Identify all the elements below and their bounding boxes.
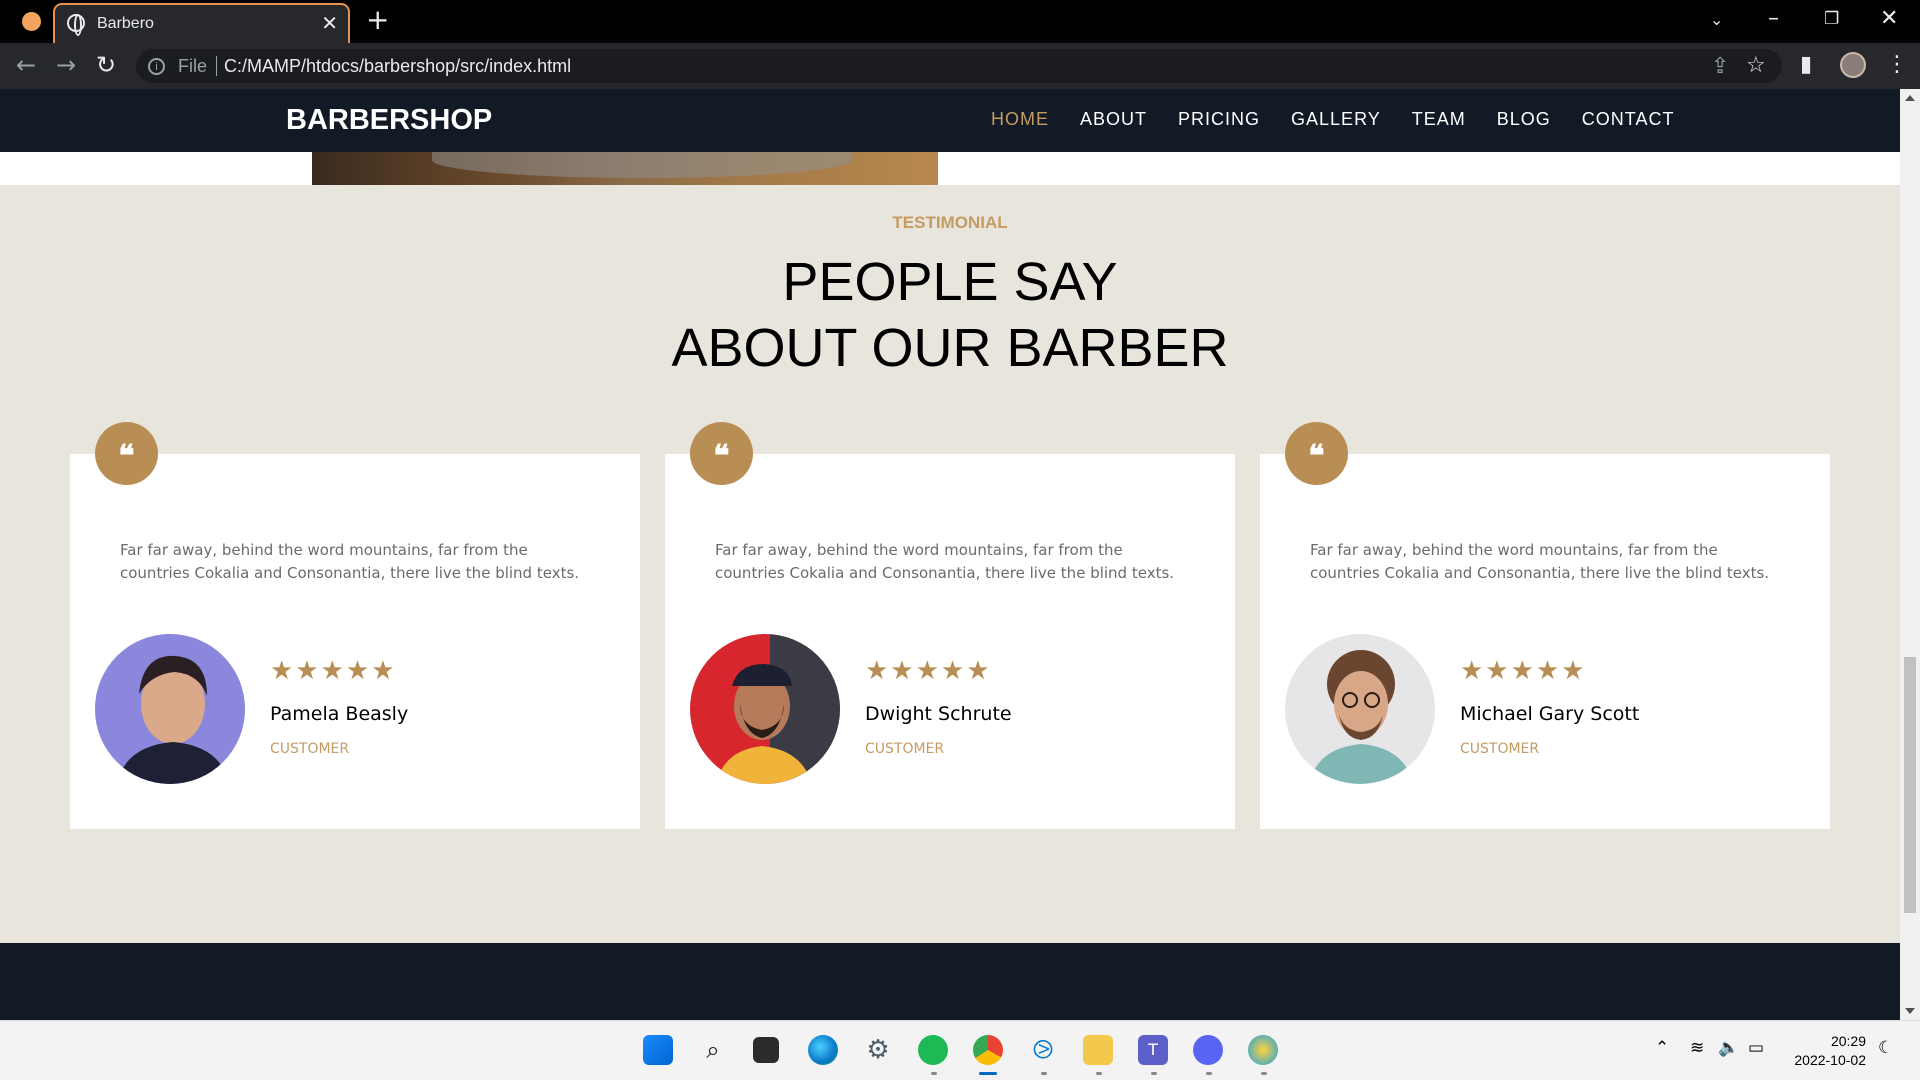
nav-team[interactable]: TEAM [1412, 109, 1466, 130]
address-bar: ← → ↻ i File C:/MAMP/htdocs/barbershop/s… [0, 43, 1920, 89]
customer-role: CUSTOMER [270, 741, 350, 757]
tab-title: Barbero [97, 15, 154, 32]
testimonial-text: Far far away, behind the word mountains,… [715, 541, 1175, 582]
customer-photo [95, 634, 245, 784]
nav-gallery[interactable]: GALLERY [1291, 109, 1381, 130]
site-menu: HOME ABOUT PRICING GALLERY TEAM BLOG CON… [991, 109, 1705, 130]
nav-pricing[interactable]: PRICING [1178, 109, 1260, 130]
chrome-icon[interactable] [973, 1035, 1003, 1065]
customer-photo [690, 634, 840, 784]
close-window-icon[interactable]: ✕ [1880, 6, 1898, 31]
battery-icon[interactable]: ▭ [1748, 1038, 1764, 1058]
page-scrollbar[interactable] [1900, 89, 1920, 1020]
task-view-icon[interactable] [753, 1037, 779, 1063]
app-running-indicator [1206, 1072, 1212, 1075]
tab-close-icon[interactable]: ✕ [321, 11, 338, 35]
scroll-up-arrow[interactable] [1905, 95, 1915, 101]
paint-icon[interactable] [1248, 1035, 1278, 1065]
app-running-indicator [931, 1072, 937, 1075]
restore-icon[interactable]: ❐ [1824, 9, 1839, 29]
site-logo[interactable]: BARBERSHOP [286, 104, 492, 137]
customer-role: CUSTOMER [1460, 741, 1540, 757]
omnibox-divider [216, 56, 217, 76]
nav-blog[interactable]: BLOG [1497, 109, 1551, 130]
app-active-indicator [979, 1072, 997, 1075]
rating-stars: ★★★★★ [1460, 656, 1587, 686]
testimonial-card: ❝ Far far away, behind the word mountain… [665, 422, 1235, 829]
tab-search-icon[interactable]: ⌄ [1710, 10, 1723, 29]
bookmark-star-icon[interactable]: ☆ [1746, 53, 1766, 78]
side-panel-icon[interactable]: ▮ [1800, 52, 1812, 77]
browser-tab-bar: Barbero ✕ + ⌄ – ❐ ✕ [0, 0, 1920, 43]
site-info-icon[interactable]: i [148, 58, 165, 75]
customer-name: Dwight Schrute [865, 703, 1012, 725]
clock-date: 2022-10-02 [1794, 1052, 1866, 1068]
app-running-indicator [1151, 1072, 1157, 1075]
wifi-icon[interactable]: ≋ [1690, 1038, 1704, 1058]
quote-icon: ❝ [690, 422, 753, 485]
heading-line-2: ABOUT OUR BARBER [671, 318, 1229, 378]
url-text[interactable]: C:/MAMP/htdocs/barbershop/src/index.html [224, 56, 571, 77]
profile-dot-icon[interactable] [22, 12, 41, 31]
customer-role: CUSTOMER [865, 741, 945, 757]
testimonial-section: TESTIMONIAL PEOPLE SAY ABOUT OUR BARBER … [0, 185, 1900, 943]
notification-icon[interactable]: ☾ [1878, 1038, 1893, 1058]
customer-name: Michael Gary Scott [1460, 703, 1640, 725]
customer-photo [1285, 634, 1435, 784]
start-icon[interactable] [643, 1035, 673, 1065]
quote-icon: ❝ [95, 422, 158, 485]
spotify-icon[interactable] [918, 1035, 948, 1065]
file-explorer-icon[interactable] [1083, 1035, 1113, 1065]
teams-icon[interactable]: T [1138, 1035, 1168, 1065]
testimonial-card: ❝ Far far away, behind the word mountain… [1260, 422, 1830, 829]
app-running-indicator [1096, 1072, 1102, 1075]
page-viewport: BARBERSHOP HOME ABOUT PRICING GALLERY TE… [0, 89, 1900, 1020]
hero-strip [0, 152, 1900, 185]
section-kicker: TESTIMONIAL [892, 213, 1008, 232]
profile-avatar[interactable] [1840, 52, 1866, 78]
nav-contact[interactable]: CONTACT [1582, 109, 1675, 130]
minimize-icon[interactable]: – [1768, 6, 1779, 31]
new-tab-button[interactable]: + [366, 6, 389, 34]
share-icon[interactable]: ⇪ [1711, 54, 1729, 79]
testimonial-card: ❝ Far far away, behind the word mountain… [70, 422, 640, 829]
search-icon[interactable]: ⌕ [698, 1035, 728, 1065]
browser-tab[interactable]: Barbero ✕ [53, 3, 350, 43]
nav-home[interactable]: HOME [991, 109, 1049, 130]
settings-icon[interactable]: ⚙ [863, 1035, 893, 1065]
section-heading: PEOPLE SAY ABOUT OUR BARBER [0, 249, 1900, 381]
customer-name: Pamela Beasly [270, 703, 409, 725]
discord-icon[interactable] [1193, 1035, 1223, 1065]
windows-taskbar: ⌕ ⚙ ⧁ T ⌃ ≋ 🔈 ▭ 20:29 2022-10-02 ☾ [0, 1020, 1920, 1080]
vscode-icon[interactable]: ⧁ [1028, 1035, 1058, 1065]
volume-icon[interactable]: 🔈 [1718, 1038, 1739, 1058]
testimonial-text: Far far away, behind the word mountains,… [120, 541, 580, 582]
clock-time: 20:29 [1830, 1033, 1866, 1049]
app-running-indicator [1041, 1072, 1047, 1075]
globe-icon [67, 14, 85, 36]
tray-chevron-icon[interactable]: ⌃ [1655, 1038, 1669, 1058]
rating-stars: ★★★★★ [865, 656, 992, 686]
rating-stars: ★★★★★ [270, 656, 397, 686]
nav-about[interactable]: ABOUT [1080, 109, 1147, 130]
file-label: File [178, 56, 208, 76]
back-icon[interactable]: ← [16, 51, 36, 79]
heading-line-1: PEOPLE SAY [782, 252, 1118, 312]
scroll-down-arrow[interactable] [1905, 1008, 1915, 1014]
quote-icon: ❝ [1285, 422, 1348, 485]
menu-kebab-icon[interactable]: ⋮ [1886, 52, 1908, 77]
testimonial-text: Far far away, behind the word mountains,… [1310, 541, 1770, 582]
edge-icon[interactable] [808, 1035, 838, 1065]
system-clock[interactable]: 20:29 2022-10-02 [1790, 1032, 1866, 1070]
hero-image [312, 152, 938, 185]
url-input[interactable]: i File C:/MAMP/htdocs/barbershop/src/ind… [136, 49, 1782, 83]
footer-section [0, 943, 1900, 1020]
app-running-indicator [1261, 1072, 1267, 1075]
scroll-thumb[interactable] [1904, 657, 1916, 913]
site-navbar: BARBERSHOP HOME ABOUT PRICING GALLERY TE… [0, 89, 1900, 152]
forward-icon[interactable]: → [56, 51, 76, 79]
reload-icon[interactable]: ↻ [96, 51, 116, 79]
